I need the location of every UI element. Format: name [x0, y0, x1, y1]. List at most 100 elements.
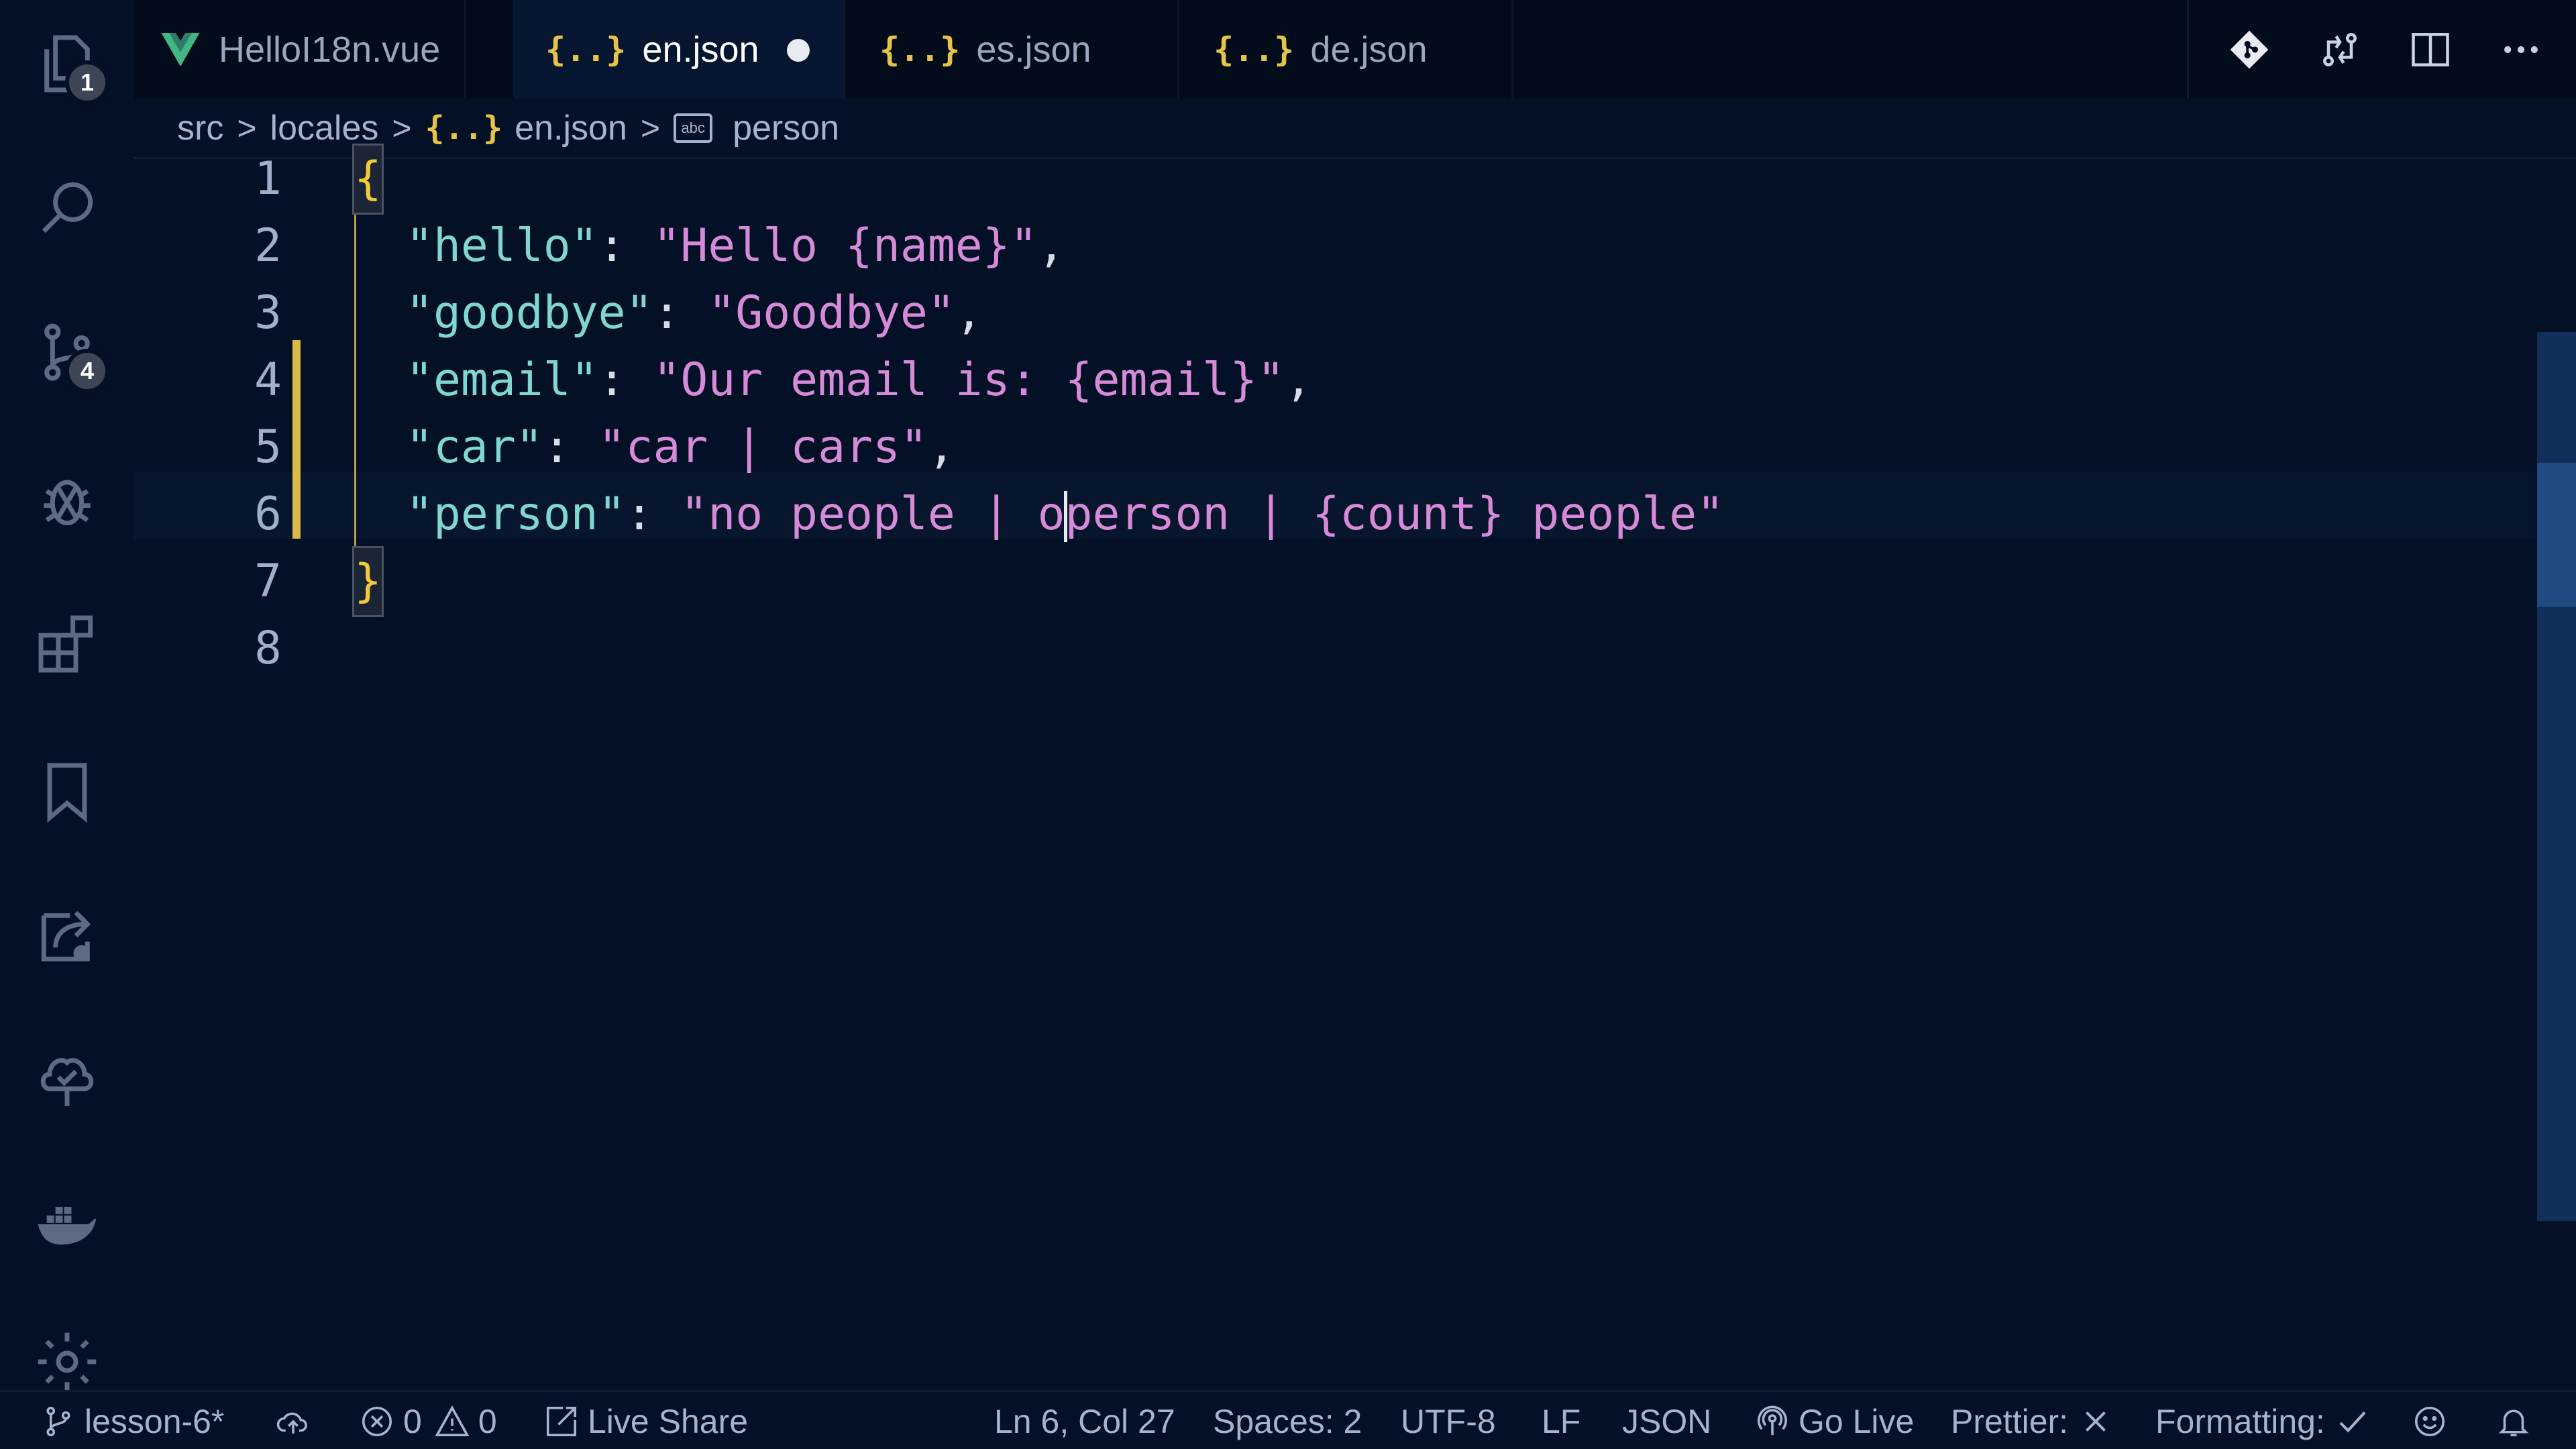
formatting-status[interactable]: Formatting:	[2155, 1392, 2379, 1449]
line-number: 4	[254, 354, 282, 407]
json-colon: :	[653, 286, 708, 339]
breadcrumb-src[interactable]: src	[177, 108, 223, 148]
json-value: "Goodbye"	[708, 286, 955, 339]
json-colon: :	[598, 354, 653, 407]
tab-bar: HelloI18n.vue {..} en.json {..} es.json …	[134, 0, 2576, 99]
json-icon: {..}	[425, 109, 503, 147]
line-number: 5	[254, 421, 282, 474]
code-line: 7 }	[134, 546, 2536, 617]
string-property-icon: abc	[674, 113, 713, 143]
live-share-icon	[546, 1406, 577, 1437]
json-key: "person"	[406, 488, 626, 541]
eol-status[interactable]: LF	[1542, 1392, 1580, 1449]
explorer-badge: 1	[65, 60, 109, 105]
formatting-label: Formatting:	[2155, 1403, 2325, 1440]
tab-de-json[interactable]: {..} de.json	[1181, 0, 1513, 99]
tab-label: en.json	[642, 29, 759, 70]
vertical-scrollbar[interactable]	[2537, 332, 2576, 1221]
bell-icon	[2498, 1409, 2529, 1437]
open-changes-button[interactable]	[2313, 23, 2367, 76]
docker-button[interactable]	[30, 1187, 104, 1261]
bookmark-icon	[47, 763, 87, 823]
line-number: 1	[254, 152, 282, 205]
tab-helloi18n-vue[interactable]: HelloI18n.vue	[134, 0, 466, 99]
live-share-icon	[41, 910, 91, 962]
json-value-after-cursor: person | {count} people"	[1065, 488, 1725, 541]
json-value-before-cursor: "no people | o	[680, 488, 1065, 541]
source-control-button[interactable]: 4	[30, 315, 109, 393]
tree-icon	[40, 1058, 94, 1106]
json-key: "hello"	[406, 219, 598, 272]
compare-changes-icon	[2323, 33, 2357, 66]
sync-status[interactable]	[275, 1392, 319, 1449]
code-line: 8	[134, 615, 2536, 682]
breadcrumb-locales[interactable]: locales	[270, 108, 379, 148]
language-mode[interactable]: JSON	[1622, 1392, 1711, 1449]
line-number: 2	[254, 219, 282, 272]
code-editor[interactable]: 1 { 2 "hello": "Hello {name}", 3 "goodby…	[134, 144, 2576, 1390]
editor-actions	[2187, 0, 2576, 99]
unsaved-dot-icon[interactable]	[787, 39, 810, 62]
chevron-right-icon: >	[640, 109, 661, 147]
code-line: 5 "car": "car | cars",	[134, 414, 2536, 481]
search-icon	[42, 182, 93, 233]
breadcrumb-file[interactable]: en.json	[515, 108, 627, 148]
chevron-right-icon: >	[392, 109, 412, 147]
cloud-upload-icon	[276, 1412, 307, 1434]
warning-count: 0	[478, 1403, 497, 1440]
breadcrumb-symbol[interactable]: person	[733, 108, 839, 148]
tab-label: de.json	[1310, 29, 1428, 70]
ellipsis-icon	[2504, 46, 2538, 54]
code-line: 3 "goodbye": "Goodbye",	[134, 280, 2536, 347]
json-colon: :	[625, 488, 681, 541]
encoding-status[interactable]: UTF-8	[1401, 1392, 1496, 1449]
error-count: 0	[403, 1403, 422, 1440]
json-comma: ,	[1037, 219, 1065, 272]
split-editor-button[interactable]	[2404, 23, 2457, 76]
git-button[interactable]	[2222, 23, 2276, 76]
json-key: "email"	[406, 354, 598, 407]
problems-status[interactable]: 0 0	[359, 1392, 497, 1449]
code-line-current: 6 "person": "no people | operson | {coun…	[134, 481, 2536, 548]
extensions-icon	[38, 615, 93, 673]
json-colon: :	[543, 421, 598, 474]
branch-name: lesson-6*	[85, 1403, 225, 1440]
line-number: 8	[254, 622, 282, 675]
live-share-status[interactable]: Live Share	[543, 1392, 748, 1449]
scrollbar-thumb[interactable]	[2537, 463, 2576, 607]
check-icon	[2339, 1411, 2366, 1433]
json-icon: {..}	[545, 30, 627, 69]
activity-bar: 1 4	[0, 0, 134, 1391]
notifications-button[interactable]	[2496, 1392, 2540, 1449]
tree-button[interactable]	[30, 1043, 104, 1117]
json-icon: {..}	[879, 30, 961, 69]
tab-en-json[interactable]: {..} en.json	[513, 0, 845, 99]
search-button[interactable]	[30, 171, 104, 245]
debug-button[interactable]	[30, 463, 104, 537]
smiley-icon	[2414, 1406, 2445, 1437]
git-branch-status[interactable]: lesson-6*	[40, 1392, 224, 1449]
explorer-button[interactable]: 1	[30, 27, 109, 105]
json-value: "car | cars"	[598, 421, 928, 474]
bookmarks-button[interactable]	[30, 755, 104, 828]
vscode-window: 1 4 HelloI18n.vue {..} en.json {..} es.j…	[0, 0, 2576, 1449]
code-line: 1 {	[134, 144, 2536, 215]
json-icon: {..}	[1214, 30, 1295, 69]
settings-button[interactable]	[30, 1325, 104, 1399]
cursor-position[interactable]: Ln 6, Col 27	[994, 1392, 1175, 1449]
feedback-button[interactable]	[2412, 1392, 2456, 1449]
live-share-button[interactable]	[30, 899, 104, 973]
tab-es-json[interactable]: {..} es.json	[847, 0, 1179, 99]
settings-icon	[38, 1332, 97, 1391]
vue-icon	[161, 32, 200, 66]
json-colon: :	[598, 219, 653, 272]
go-live-label: Go Live	[1799, 1403, 1915, 1440]
source-control-badge: 4	[65, 349, 109, 393]
indentation-status[interactable]: Spaces: 2	[1213, 1392, 1362, 1449]
extensions-button[interactable]	[30, 607, 104, 681]
json-value: "Hello {name}"	[653, 219, 1038, 272]
prettier-status[interactable]: Prettier:	[1951, 1392, 2122, 1449]
go-live-button[interactable]: Go Live	[1754, 1392, 1914, 1449]
json-key: "goodbye"	[406, 286, 653, 339]
more-actions-button[interactable]	[2494, 23, 2548, 76]
